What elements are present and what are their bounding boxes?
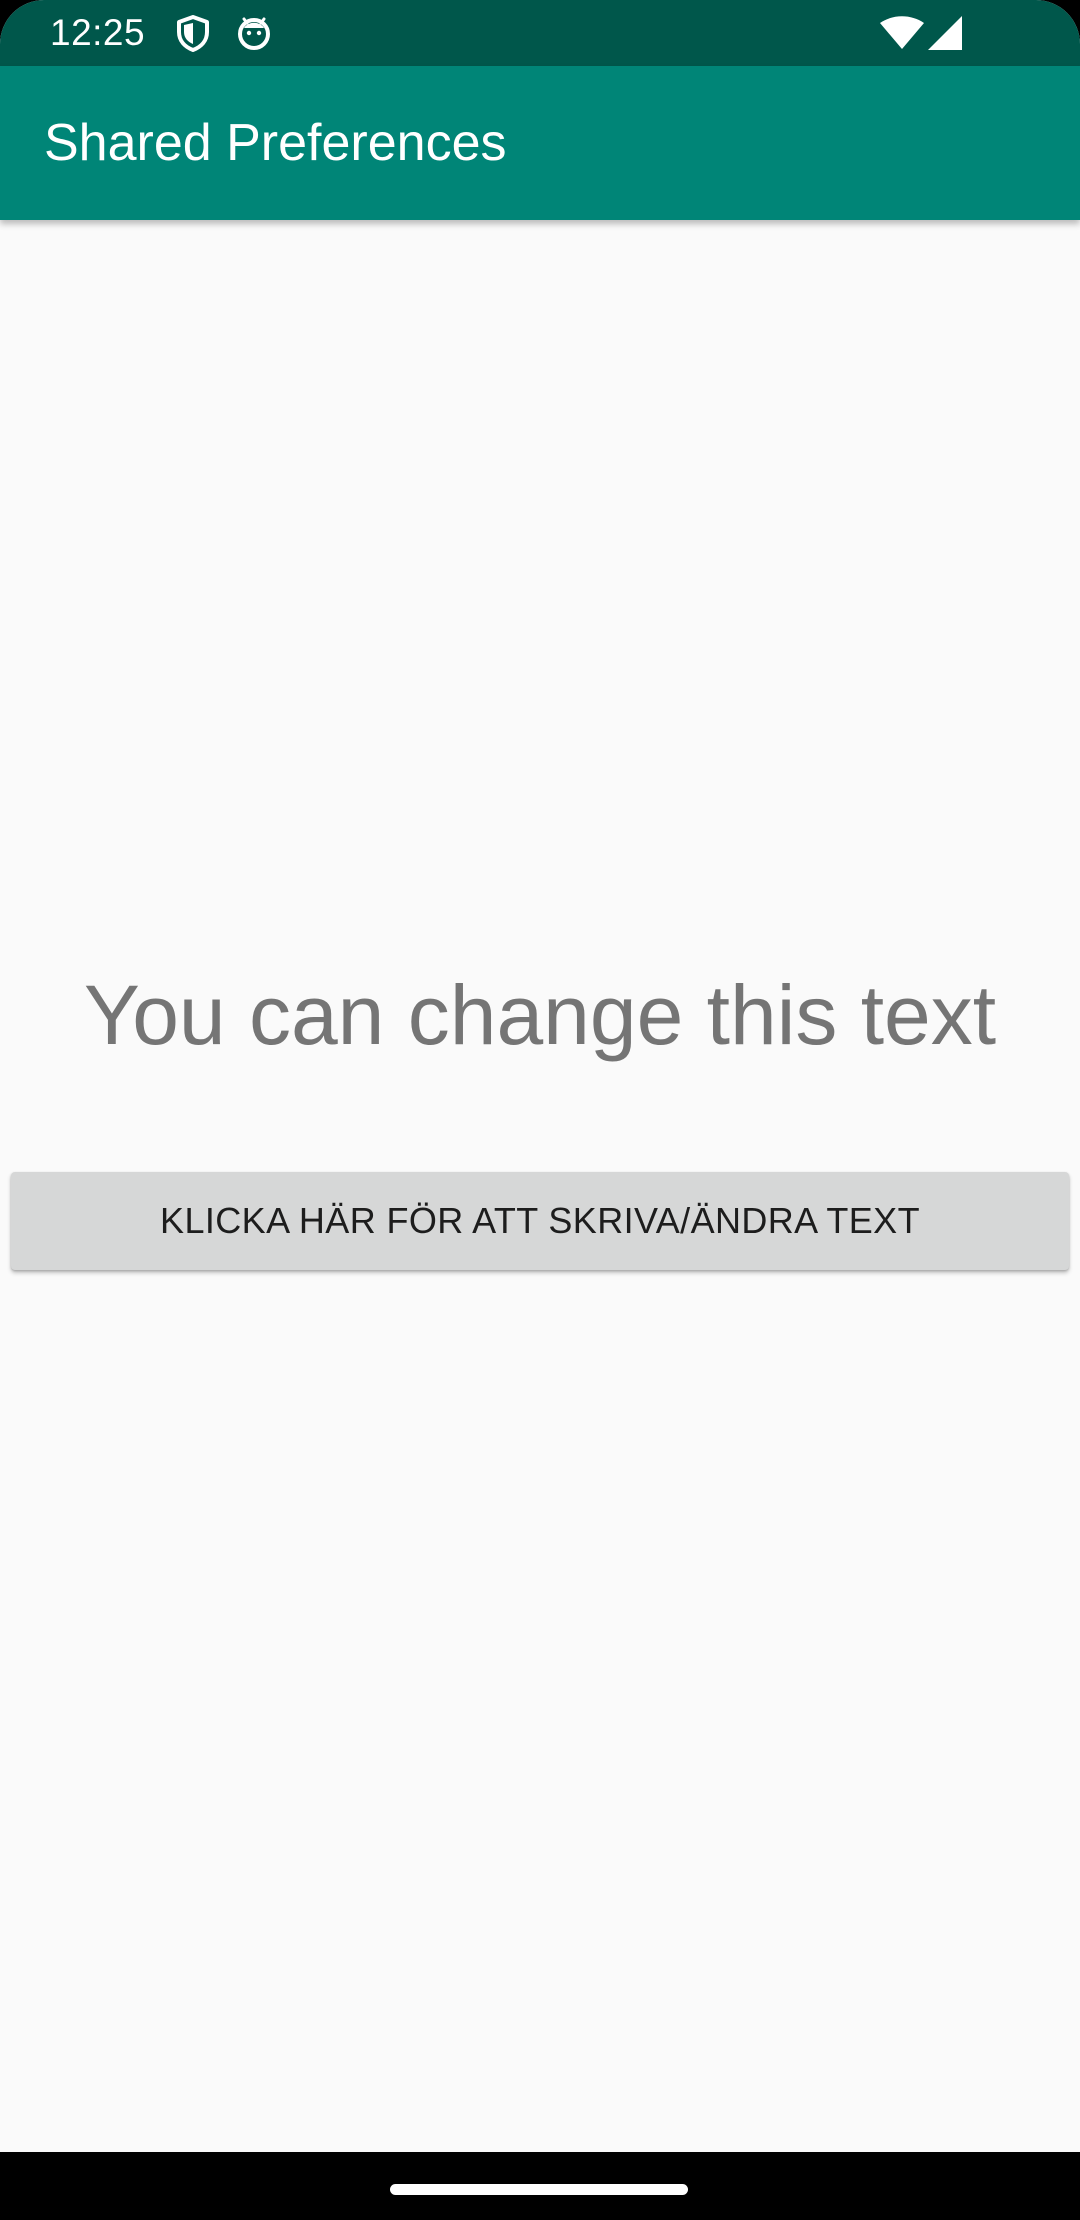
app-screen: 12:25 Shared Preferences You can change …	[0, 0, 1080, 2220]
wifi-icon	[880, 16, 924, 49]
android-debug-icon	[238, 17, 270, 50]
edit-text-button[interactable]: KLICKA HÄR FÖR ATT SKRIVA/ÄNDRA TEXT	[11, 1172, 1069, 1270]
app-toolbar: Shared Preferences	[0, 66, 1080, 220]
cell-signal-icon	[928, 16, 962, 50]
home-handle[interactable]	[390, 2184, 688, 2195]
navigation-bar	[0, 2152, 1080, 2220]
main-content: You can change this text KLICKA HÄR FÖR …	[0, 220, 1080, 2152]
app-title: Shared Preferences	[44, 114, 507, 172]
shield-icon	[177, 15, 209, 52]
status-time: 12:25	[50, 12, 146, 53]
status-bar: 12:25	[0, 0, 1080, 66]
saved-text-display: You can change this text	[83, 968, 997, 1062]
